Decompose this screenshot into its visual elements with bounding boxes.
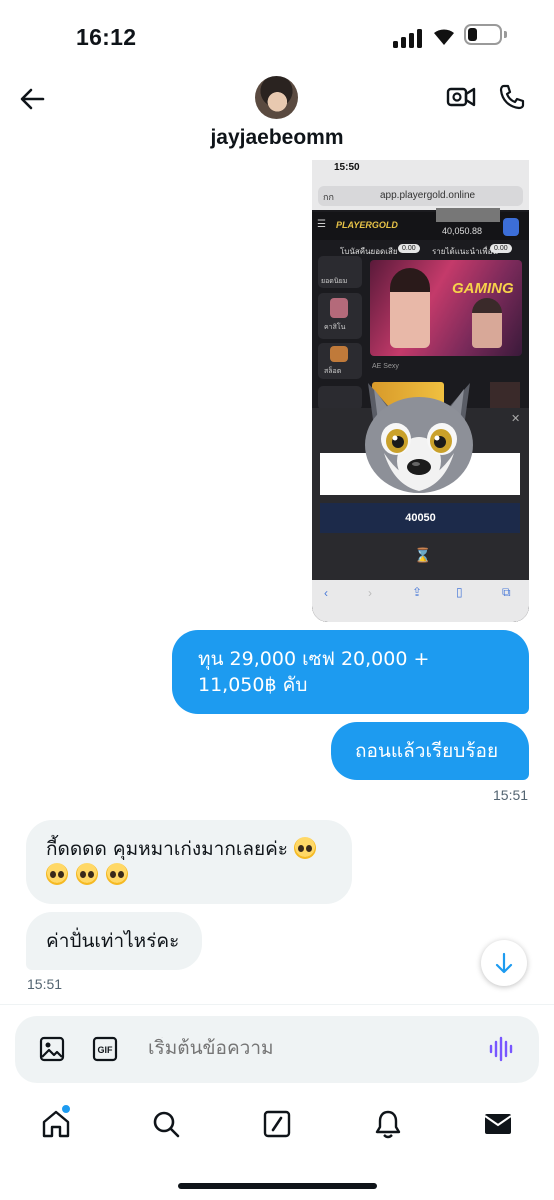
conversation-username[interactable]: jayjaebeomm <box>0 126 554 150</box>
inner-promo-right-value: 0.00 <box>490 244 512 253</box>
inner-hourglass-icon: ⌛ <box>414 547 432 563</box>
inner-url: app.playergold.online <box>380 190 476 201</box>
signal-icon <box>393 28 425 48</box>
back-arrow-icon[interactable] <box>18 85 46 113</box>
avatar[interactable] <box>255 76 298 119</box>
gif-icon[interactable]: GIF <box>92 1036 118 1062</box>
video-call-icon[interactable] <box>446 83 476 111</box>
inner-menu-icon: ☰ <box>317 219 326 230</box>
message-timestamp: 15:51 <box>493 787 529 803</box>
svg-text:GIF: GIF <box>98 1045 114 1055</box>
message-text: ทุน 29,000 เซฟ 20,000 + 11,050฿ คับ <box>198 648 430 696</box>
search-icon[interactable] <box>150 1108 182 1140</box>
voice-icon[interactable] <box>488 1036 516 1062</box>
inner-banner-text: GAMING <box>452 280 514 297</box>
inner-share-icon: ⇪ <box>412 585 423 599</box>
bottom-navigation <box>0 1100 554 1160</box>
status-time: 16:12 <box>76 24 137 50</box>
message-input[interactable] <box>148 1037 448 1059</box>
inner-balance: 40,050.88 <box>442 226 483 236</box>
inner-logo: PLAYERGOLD <box>336 220 398 230</box>
arrow-down-icon <box>495 952 513 974</box>
inner-promo-right: รายได้แนะนำเพื่อน <box>432 247 498 256</box>
composer-divider <box>0 1004 554 1005</box>
shared-screenshot-image[interactable]: 15:50 กก app.playergold.online ☰ PLAYERG… <box>312 160 529 622</box>
pleading-face-emoji <box>294 837 317 859</box>
wolf-sticker <box>365 383 473 493</box>
phone-icon[interactable] <box>498 83 526 111</box>
wifi-icon <box>434 29 454 45</box>
home-indicator <box>178 1183 377 1189</box>
pleading-face-emoji <box>76 863 99 885</box>
inner-tabs-icon: ⧉ <box>502 585 511 599</box>
scroll-to-bottom-button[interactable] <box>481 940 527 986</box>
notification-dot <box>61 1104 71 1114</box>
mail-icon[interactable] <box>482 1108 514 1140</box>
inner-bookmarks-icon: ▯ <box>456 585 463 599</box>
inner-side-item-popular: ยอดนิยม <box>321 278 348 285</box>
message-text: ถอนแล้วเรียบร้อย <box>355 740 499 762</box>
message-text: กี้ดดดด คุมหมาเก่งมากเลยค่ะ <box>46 838 289 860</box>
inner-modal-close-icon: ✕ <box>511 413 521 425</box>
battery-icon <box>464 24 502 45</box>
status-bar: 16:12 <box>0 0 554 70</box>
inner-banner-caption: AE Sexy <box>372 363 399 370</box>
message-composer: GIF <box>15 1016 539 1083</box>
inner-status-time: 15:50 <box>334 162 360 173</box>
inner-side-item-slots: สล็อต <box>324 368 342 375</box>
inner-browser-back-icon: ‹ <box>324 586 328 600</box>
message-text: ค่าปั่นเท่าไหร่คะ <box>46 930 180 952</box>
pleading-face-emoji <box>46 863 68 885</box>
conversation-header: jayjaebeomm <box>0 70 554 162</box>
inner-address-prefix: กก <box>323 192 334 202</box>
inner-browser-forward-icon: › <box>368 586 372 600</box>
message-bubble-outgoing[interactable]: ถอนแล้วเรียบร้อย <box>331 722 529 780</box>
bell-icon[interactable] <box>372 1108 404 1140</box>
message-bubble-outgoing[interactable]: ทุน 29,000 เซฟ 20,000 + 11,050฿ คับ <box>172 630 529 714</box>
message-timestamp: 15:51 <box>27 976 63 992</box>
compose-icon[interactable] <box>261 1108 293 1140</box>
message-bubble-incoming[interactable]: ค่าปั่นเท่าไหร่คะ <box>26 912 202 970</box>
inner-promo-left-value: 0.00 <box>398 244 420 253</box>
pleading-face-emoji <box>106 863 129 885</box>
message-bubble-incoming[interactable]: กี้ดดดด คุมหมาเก่งมากเลยค่ะ <box>26 820 352 904</box>
inner-amount: 40050 <box>405 512 436 524</box>
image-icon[interactable] <box>39 1036 65 1062</box>
inner-side-item-casino: คาสิโน <box>324 324 346 331</box>
